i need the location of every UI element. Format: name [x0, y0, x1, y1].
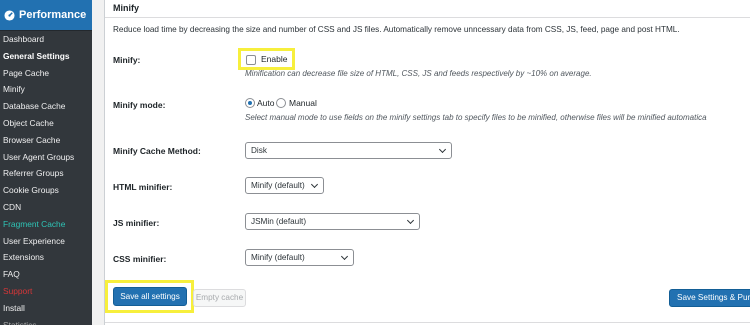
- minify-mode-label: Minify mode:: [113, 100, 166, 110]
- sidebar-item-support[interactable]: Support: [0, 283, 92, 300]
- sidebar-menu-performance[interactable]: Performance: [0, 0, 92, 30]
- sidebar-item-cookie-groups[interactable]: Cookie Groups: [0, 182, 92, 199]
- chevron-down-icon: [340, 252, 349, 261]
- minify-enable-label[interactable]: Enable: [261, 54, 287, 64]
- sidebar-item-page-cache[interactable]: Page Cache: [0, 65, 92, 82]
- sidebar-item-database-cache[interactable]: Database Cache: [0, 98, 92, 115]
- performance-icon: [4, 9, 15, 21]
- save-highlight: Save all settings: [105, 280, 194, 313]
- mode-manual-radio[interactable]: [276, 98, 286, 108]
- sidebar-item-minify[interactable]: Minify: [0, 81, 92, 98]
- sidebar-submenu: Dashboard General Settings Page Cache Mi…: [0, 31, 92, 325]
- minify-label: Minify:: [113, 55, 141, 65]
- chevron-down-icon: [310, 180, 319, 189]
- sidebar-item-user-experience[interactable]: User Experience: [0, 233, 92, 250]
- js-minifier-label: JS minifier:: [113, 218, 160, 228]
- sidebar-item-faq[interactable]: FAQ: [0, 266, 92, 283]
- css-minifier-value: Minify (default): [251, 253, 305, 262]
- sidebar-item-object-cache[interactable]: Object Cache: [0, 115, 92, 132]
- admin-sidebar: Performance Dashboard General Settings P…: [0, 0, 92, 325]
- minify-enable-checkbox[interactable]: [246, 55, 256, 65]
- minify-help-text: Minification can decrease file size of H…: [245, 69, 592, 78]
- save-all-settings-button[interactable]: Save all settings: [113, 287, 187, 306]
- cache-method-value: Disk: [251, 146, 267, 155]
- sidebar-item-statistics[interactable]: Statistics: [0, 317, 92, 325]
- sidebar-item-fragment-cache[interactable]: Fragment Cache: [0, 216, 92, 233]
- sidebar-item-general-settings[interactable]: General Settings: [0, 48, 92, 65]
- cache-method-select[interactable]: Disk: [245, 142, 452, 159]
- css-minifier-label: CSS minifier:: [113, 254, 167, 264]
- sidebar-item-browser-cache[interactable]: Browser Cache: [0, 132, 92, 149]
- css-minifier-select[interactable]: Minify (default): [245, 249, 354, 266]
- save-settings-purge-button[interactable]: Save Settings & Purg: [669, 289, 750, 307]
- chevron-down-icon: [406, 216, 415, 225]
- enable-highlight: Enable: [238, 48, 295, 70]
- sidebar-item-user-agent-groups[interactable]: User Agent Groups: [0, 149, 92, 166]
- mode-auto-label[interactable]: Auto: [257, 98, 275, 108]
- html-minifier-select[interactable]: Minify (default): [245, 177, 324, 194]
- cache-method-label: Minify Cache Method:: [113, 146, 201, 156]
- js-minifier-value: JSMin (default): [251, 217, 307, 226]
- chevron-down-icon: [438, 145, 447, 154]
- mode-manual-label[interactable]: Manual: [289, 98, 317, 108]
- sidebar-item-referrer-groups[interactable]: Referrer Groups: [0, 165, 92, 182]
- sidebar-item-extensions[interactable]: Extensions: [0, 249, 92, 266]
- section-title: Minify: [113, 3, 139, 13]
- html-minifier-label: HTML minifier:: [113, 182, 173, 192]
- html-minifier-value: Minify (default): [251, 181, 305, 190]
- minify-settings-panel: Minify Reduce load time by decreasing th…: [104, 0, 750, 325]
- sidebar-item-dashboard[interactable]: Dashboard: [0, 31, 92, 48]
- section-description: Reduce load time by decreasing the size …: [113, 25, 680, 34]
- divider: [105, 322, 750, 323]
- divider: [105, 17, 750, 18]
- js-minifier-select[interactable]: JSMin (default): [245, 213, 420, 230]
- sidebar-item-cdn[interactable]: CDN: [0, 199, 92, 216]
- mode-auto-radio[interactable]: [245, 98, 255, 108]
- mode-help-text: Select manual mode to use fields on the …: [245, 113, 707, 122]
- sidebar-item-install[interactable]: Install: [0, 300, 92, 317]
- empty-cache-button[interactable]: Empty cache: [193, 289, 246, 307]
- sidebar-menu-title: Performance: [19, 9, 87, 21]
